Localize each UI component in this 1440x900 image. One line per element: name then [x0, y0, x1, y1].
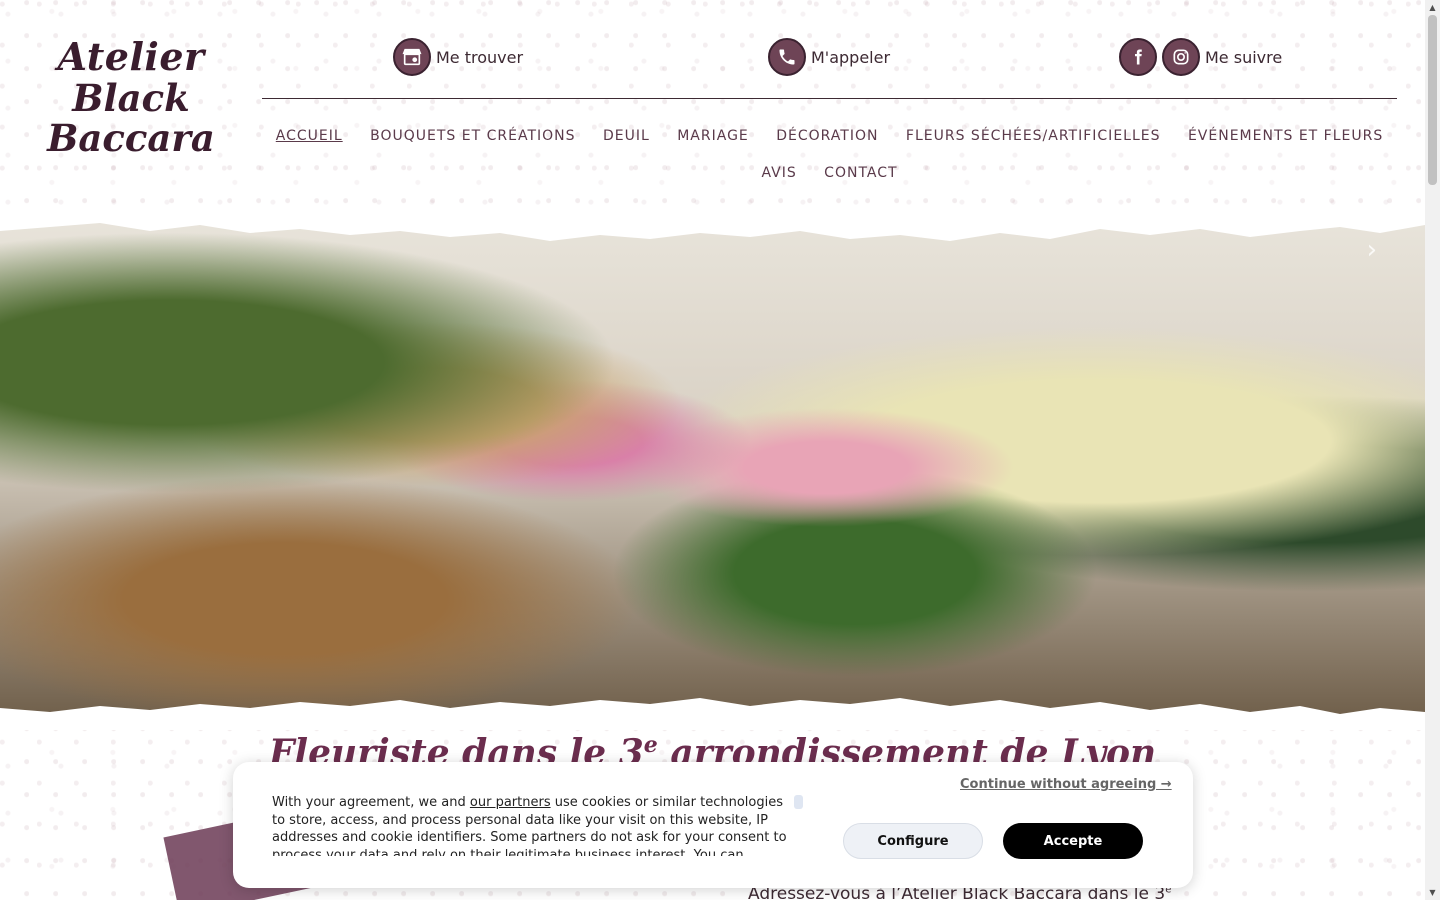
hero-slider[interactable]: › — [0, 205, 1425, 730]
follow-us-label: Me suivre — [1205, 47, 1283, 67]
configure-button[interactable]: Configure — [843, 823, 983, 859]
page-title-sup: e — [643, 732, 658, 758]
call-us-label: M'appeler — [811, 47, 891, 67]
nav-item-mariage[interactable]: MARIAGE — [677, 128, 749, 144]
partners-link[interactable]: our partners — [470, 795, 551, 810]
nav-item-accueil[interactable]: ACCUEIL — [276, 128, 343, 144]
nav-item-decoration[interactable]: DÉCORATION — [776, 128, 878, 144]
instagram-icon[interactable] — [1162, 38, 1200, 76]
contact-bar: Me trouver M'appeler Me suivre — [262, 36, 1397, 76]
scroll-down-icon[interactable]: ▼ — [1425, 885, 1440, 900]
nav-item-evenements[interactable]: ÉVÉNEMENTS ET FLEURS — [1188, 128, 1383, 144]
nav-item-contact[interactable]: CONTACT — [824, 165, 897, 181]
scrollbar-thumb[interactable] — [1428, 15, 1437, 185]
site-header: Atelier Black Baccara Me trouver M'appel… — [0, 0, 1425, 205]
torn-edge-top — [0, 205, 1425, 241]
accept-button[interactable]: Accepte — [1003, 823, 1143, 859]
logo-line-1: Atelier — [57, 34, 205, 79]
torn-edge-bottom — [0, 698, 1425, 730]
consent-text: With your agreement, we and our partners… — [272, 794, 792, 856]
header-divider — [262, 98, 1397, 99]
scroll-up-icon[interactable]: ▲ — [1425, 0, 1440, 15]
nav-item-avis[interactable]: AVIS — [761, 165, 796, 181]
site-logo[interactable]: Atelier Black Baccara — [25, 36, 237, 159]
continue-without-agreeing-link[interactable]: Continue without agreeing → — [960, 777, 1172, 792]
social-links: Me suivre — [1119, 38, 1282, 76]
hero-image-flower-shop — [0, 205, 1425, 730]
nav-item-deuil[interactable]: DEUIL — [603, 128, 650, 144]
nav-item-fleurs-sechees[interactable]: FLEURS SÉCHÉES/ARTIFICIELLES — [906, 128, 1161, 144]
nav-item-bouquets[interactable]: BOUQUETS ET CRÉATIONS — [370, 128, 575, 144]
find-us-link[interactable]: Me trouver — [393, 38, 523, 76]
cookie-consent-banner: With your agreement, we and our partners… — [233, 762, 1193, 888]
consent-scrollbar[interactable] — [794, 795, 803, 809]
main-navigation: ACCUEIL BOUQUETS ET CRÉATIONS DEUIL MARI… — [262, 118, 1397, 192]
facebook-icon[interactable] — [1119, 38, 1157, 76]
store-location-icon — [393, 38, 431, 76]
page-scrollbar[interactable]: ▲ ▼ — [1425, 0, 1440, 900]
consent-text-start: With your agreement, we and — [272, 795, 470, 810]
call-us-link[interactable]: M'appeler — [768, 38, 890, 76]
phone-icon — [768, 38, 806, 76]
logo-line-2: Black Baccara — [47, 75, 215, 161]
chevron-right-icon[interactable]: › — [1367, 235, 1377, 265]
find-us-label: Me trouver — [436, 47, 524, 67]
